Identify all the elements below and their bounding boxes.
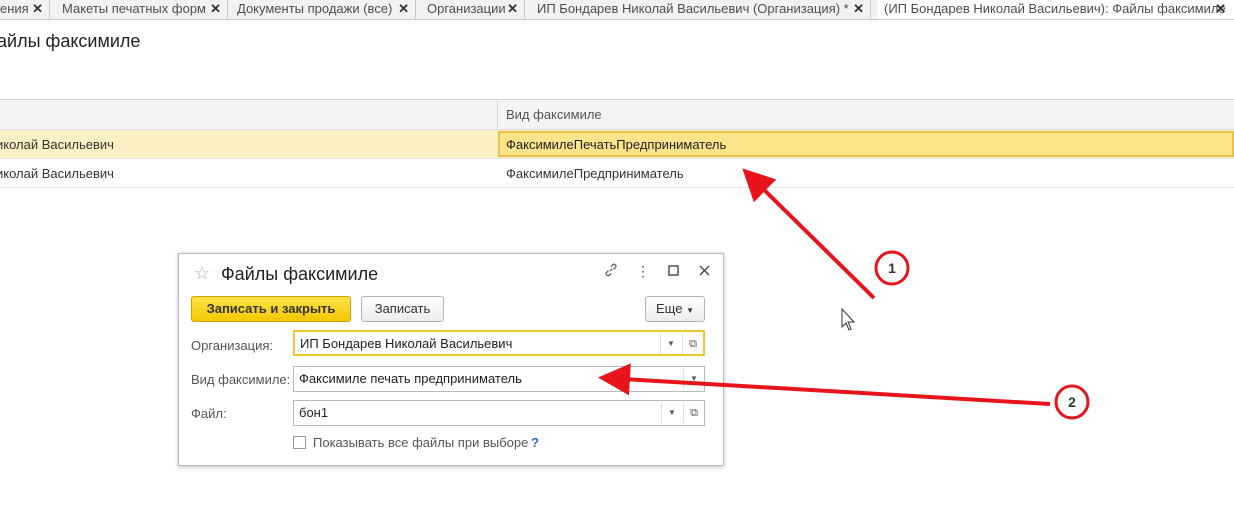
close-icon[interactable]: ✕ — [210, 0, 221, 18]
dialog-title: Файлы факсимиле — [221, 264, 379, 284]
grid-header: Вид факсимиле — [0, 99, 1234, 131]
organization-value: ИП Бондарев Николай Васильевич — [300, 336, 513, 351]
show-all-files-label[interactable]: Показывать все файлы при выборе — [313, 435, 528, 450]
annotation-number-2: 2 — [1068, 394, 1076, 410]
annotation-number-1: 1 — [888, 260, 896, 276]
open-icon[interactable]: ⧉ — [683, 403, 704, 423]
tab-label: (ИП Бондарев Николай Васильевич): Файлы … — [884, 1, 1226, 16]
facsimile-type-value: Факсимиле печать предприниматель — [299, 371, 522, 386]
annotation-arrow-1 — [742, 168, 876, 300]
file-label: Файл: — [191, 406, 227, 421]
chevron-down-icon[interactable]: ▼ — [683, 369, 704, 389]
chevron-down-icon[interactable]: ▼ — [660, 334, 681, 354]
organization-label: Организация: — [191, 338, 274, 353]
tab-item[interactable]: Макеты печатных форм ✕ — [56, 0, 228, 19]
close-icon[interactable]: ✕ — [32, 0, 43, 18]
tab-label: Документы продажи (все) — [237, 1, 393, 16]
more-icon[interactable]: ⋮ — [633, 263, 653, 280]
maximize-icon[interactable] — [663, 263, 683, 279]
column-header-facsimile-type[interactable]: Вид факсимиле — [506, 107, 602, 122]
tab-item-active[interactable]: (ИП Бондарев Николай Васильевич): Файлы … — [878, 0, 1234, 19]
close-icon[interactable]: ✕ — [853, 0, 864, 18]
close-icon[interactable] — [694, 263, 714, 279]
organization-field[interactable]: ИП Бондарев Николай Васильевич ▼ ⧉ — [293, 330, 705, 356]
link-icon[interactable] — [601, 263, 621, 280]
close-icon[interactable]: ✕ — [398, 0, 409, 18]
open-icon[interactable]: ⧉ — [682, 334, 703, 354]
page-title: айлы факсимиле — [0, 31, 141, 51]
chevron-down-icon: ▼ — [686, 306, 694, 315]
tab-item[interactable]: Документы продажи (все) ✕ — [231, 0, 416, 19]
show-all-files-checkbox[interactable] — [293, 436, 306, 449]
tab-label: ения — [0, 1, 29, 16]
tab-label: ИП Бондарев Николай Васильевич (Организа… — [537, 1, 849, 16]
tab-item[interactable]: Организации ✕ — [421, 0, 525, 19]
annotation-badge-2 — [1054, 384, 1090, 420]
tab-label: Макеты печатных форм — [62, 1, 206, 16]
close-icon[interactable]: ✕ — [507, 0, 518, 18]
save-and-close-button[interactable]: Записать и закрыть — [191, 296, 351, 322]
table-row[interactable]: иколай Васильевич ФаксимилеПечатьПредпри… — [0, 130, 1234, 159]
cell-organization: иколай Васильевич — [0, 166, 114, 181]
column-separator[interactable] — [497, 100, 498, 131]
more-actions-button[interactable]: Еще ▼ — [645, 296, 705, 322]
tab-item[interactable]: ения ✕ — [0, 0, 50, 19]
cell-facsimile-type-selected[interactable]: ФаксимилеПечатьПредприниматель — [498, 131, 1234, 157]
help-icon[interactable]: ? — [531, 435, 539, 450]
cell-facsimile-type: ФаксимилеПредприниматель — [506, 166, 684, 181]
facsimile-type-field[interactable]: Факсимиле печать предприниматель ▼ — [293, 366, 705, 392]
cell-organization: иколай Васильевич — [0, 137, 114, 152]
tab-label: Организации — [427, 1, 506, 16]
tab-item[interactable]: ИП Бондарев Николай Васильевич (Организа… — [531, 0, 871, 19]
file-value: бон1 — [299, 405, 329, 420]
annotation-badge-1 — [874, 250, 910, 286]
more-actions-label: Еще — [656, 301, 683, 316]
cell-text: ФаксимилеПечатьПредприниматель — [506, 137, 727, 152]
facsimile-files-dialog: ☆ Файлы факсимиле ⋮ Записать и закрыть З… — [178, 253, 724, 466]
chevron-down-icon[interactable]: ▼ — [661, 403, 682, 423]
table-row[interactable]: иколай Васильевич ФаксимилеПредпринимате… — [0, 159, 1234, 188]
facsimile-type-label: Вид факсимиле: — [191, 372, 291, 387]
mouse-cursor-icon — [841, 307, 856, 331]
facsimile-grid: Вид факсимиле иколай Васильевич Факсимил… — [0, 99, 1234, 189]
close-icon[interactable]: ✕ — [1215, 0, 1226, 18]
save-button[interactable]: Записать — [361, 296, 444, 322]
star-icon[interactable]: ☆ — [194, 263, 210, 284]
file-field[interactable]: бон1 ▼ ⧉ — [293, 400, 705, 426]
tab-bar: ения ✕ Макеты печатных форм ✕ Документы … — [0, 0, 1234, 20]
